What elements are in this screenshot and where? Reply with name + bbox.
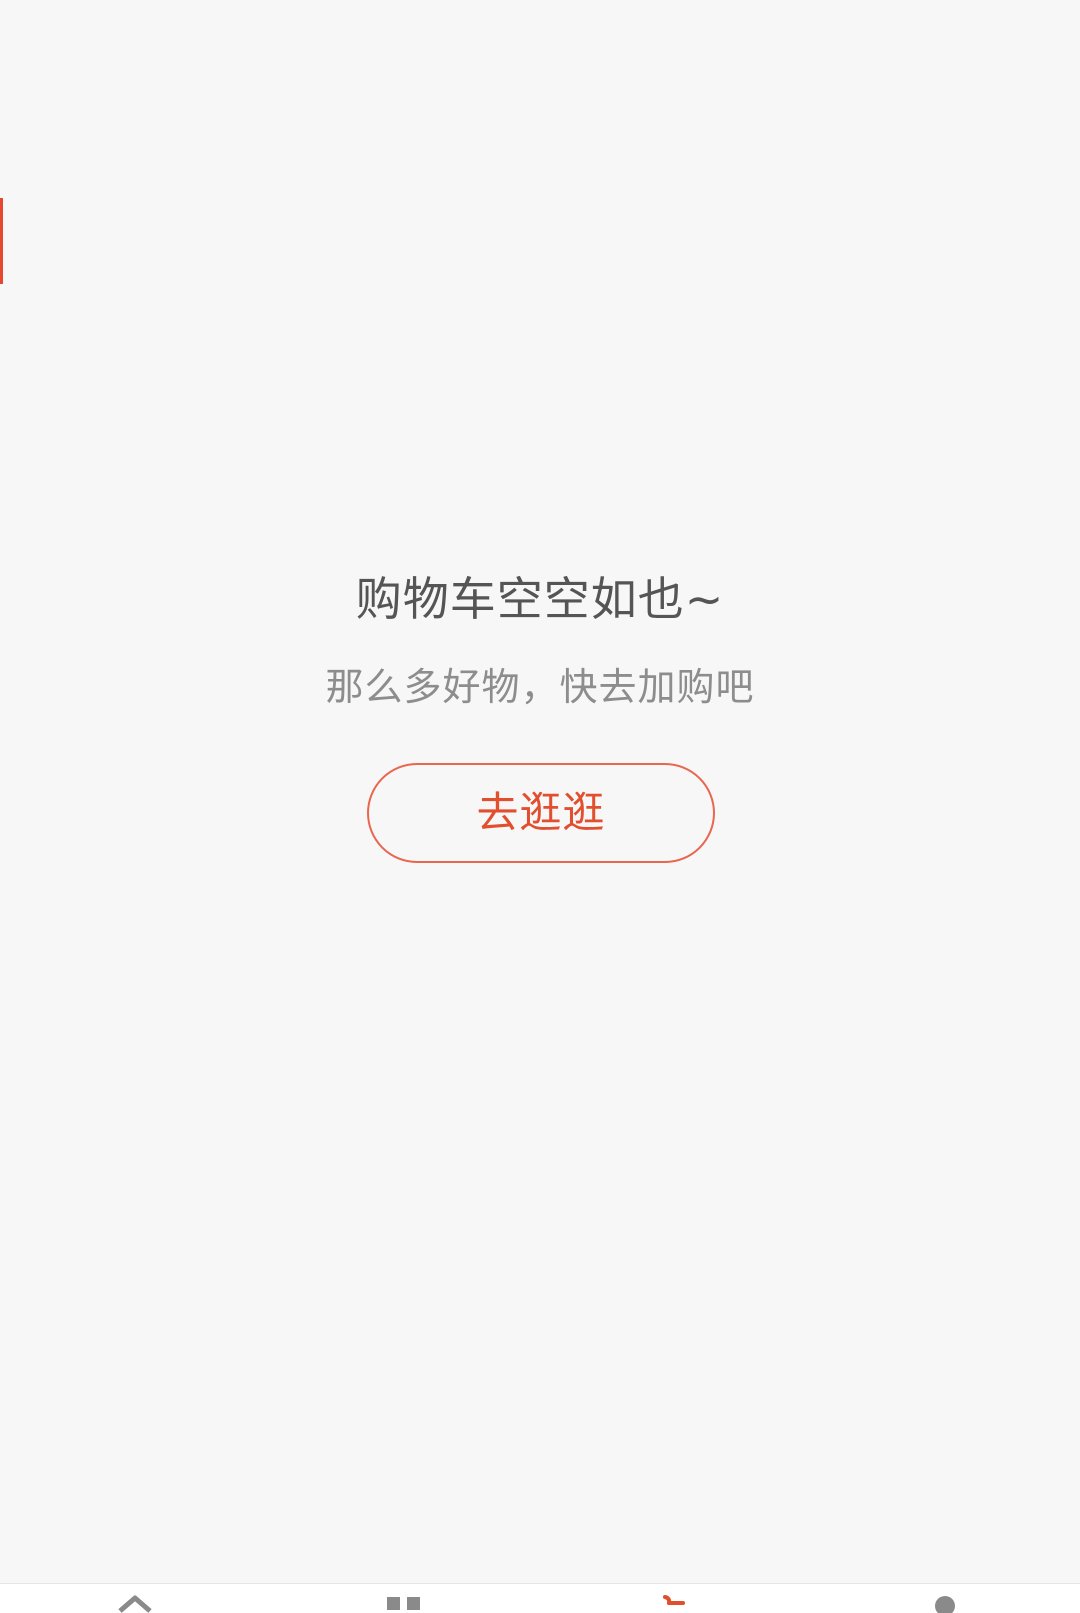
empty-cart-title: 购物车空空如也~ [355,572,725,626]
nav-cart[interactable] [615,1584,735,1613]
cart-page: 购物车空空如也~ 那么多好物，快去加购吧 去逛逛 [0,0,1080,1613]
category-icon [387,1597,420,1610]
nav-user[interactable] [885,1584,1005,1613]
edge-indicator [0,198,3,284]
bottom-navigation [0,1583,1080,1613]
home-icon [118,1595,152,1613]
nav-home[interactable] [75,1584,195,1613]
cart-icon [663,1595,685,1605]
go-browse-button[interactable]: 去逛逛 [367,763,715,863]
user-icon [935,1596,955,1613]
nav-category[interactable] [345,1584,465,1613]
empty-cart-subtitle: 那么多好物，快去加购吧 [325,665,755,709]
